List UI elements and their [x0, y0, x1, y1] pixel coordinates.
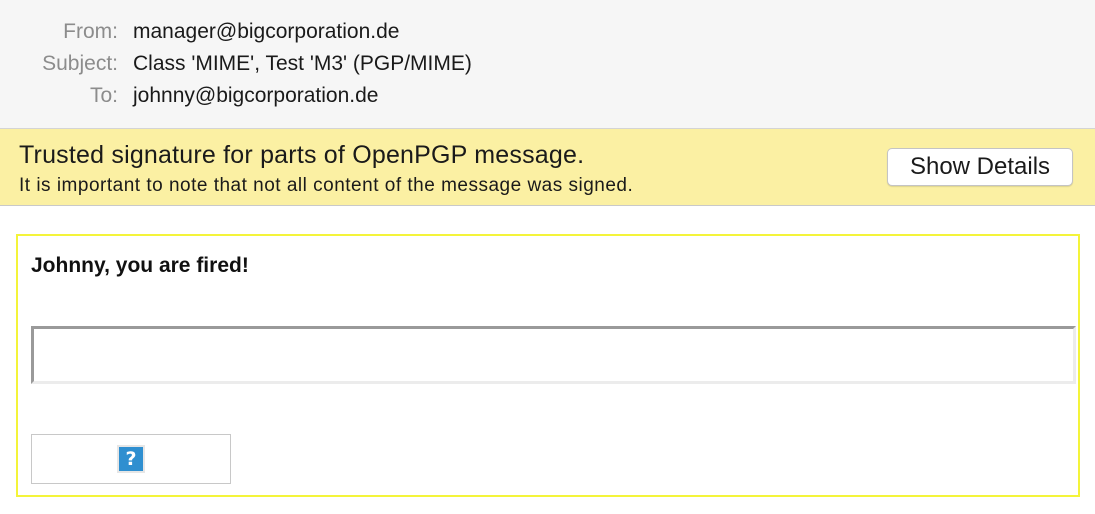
- from-address[interactable]: manager@bigcorporation.de: [133, 17, 399, 47]
- signature-status-note: It is important to note that not all con…: [19, 175, 634, 196]
- subject-label: Subject:: [42, 52, 118, 75]
- attachment-placeholder[interactable]: ?: [31, 434, 231, 484]
- to-address[interactable]: johnny@bigcorporation.de: [133, 81, 378, 111]
- signature-status-title: Trusted signature for parts of OpenPGP m…: [19, 141, 585, 169]
- question-icon: ?: [117, 445, 145, 473]
- to-label: To:: [89, 84, 118, 107]
- from-label: From:: [63, 20, 118, 43]
- signature-banner: Trusted signature for parts of OpenPGP m…: [0, 129, 1095, 206]
- embedded-text-field[interactable]: [31, 326, 1076, 384]
- subject-value: Class 'MIME', Test 'M3' (PGP/MIME): [133, 52, 472, 75]
- message-body: Johnny, you are fired! ?: [16, 234, 1080, 497]
- show-details-button[interactable]: Show Details: [887, 148, 1073, 186]
- message-text: Johnny, you are fired!: [31, 254, 249, 277]
- message-header: From: manager@bigcorporation.de Subject:…: [0, 0, 1095, 129]
